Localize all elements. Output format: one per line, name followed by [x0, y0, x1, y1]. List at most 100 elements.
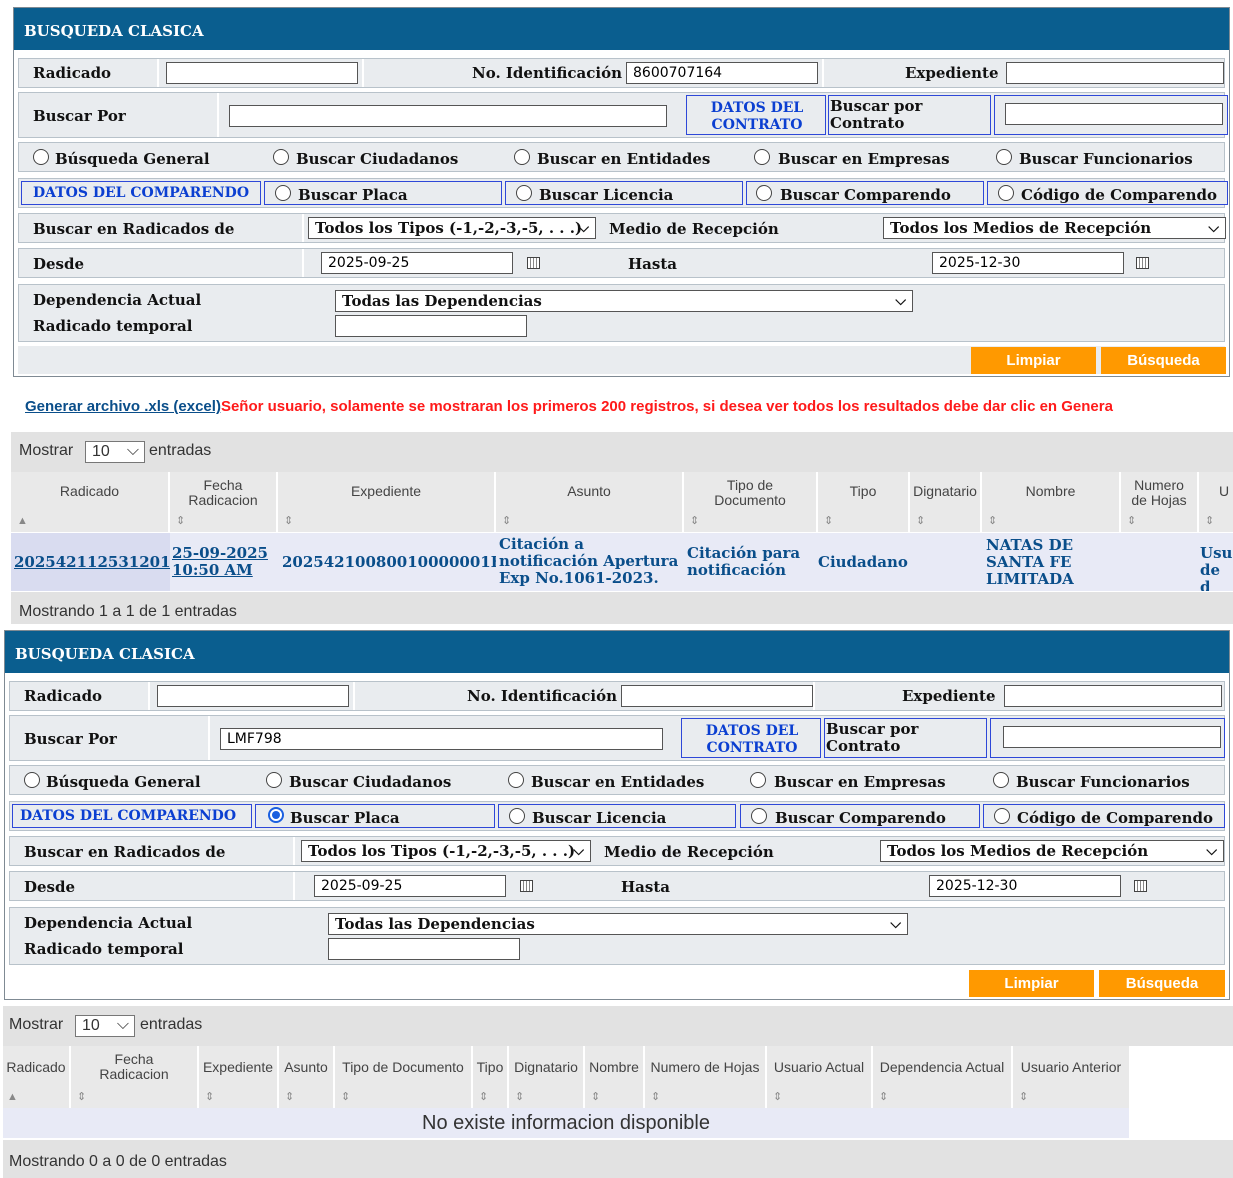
radio-buscar-funcionarios[interactable]: [993, 772, 1009, 788]
th-usuario-actual[interactable]: Usuario Actual ⇕: [767, 1046, 873, 1108]
radicado-temporal-input[interactable]: [328, 938, 520, 960]
medios-select[interactable]: Todos los Medios de Recepción ⌵: [880, 840, 1224, 862]
row-radios-general: Búsqueda General Buscar Ciudadanos Busca…: [18, 142, 1225, 172]
limpiar-button[interactable]: Limpiar: [969, 970, 1094, 997]
expediente-label: Expediente: [902, 687, 996, 705]
page-size-select[interactable]: 10 ⌵: [85, 441, 145, 463]
buscar-contrato-label: Buscar por Contrato: [830, 97, 923, 132]
export-warning: Señor usuario, solamente se mostraran lo…: [220, 398, 1113, 415]
radio-buscar-comparendo[interactable]: [751, 808, 767, 824]
radio-buscar-empresas[interactable]: [750, 772, 766, 788]
radicado-temporal-label: Radicado temporal: [33, 317, 193, 335]
radicado-temporal-input[interactable]: [335, 315, 527, 337]
th-dependencia-actual[interactable]: Dependencia Actual ⇕: [873, 1046, 1013, 1108]
th-nombre[interactable]: Nombre ⇕: [982, 472, 1121, 532]
row-buscar-por: Buscar Por DATOS DEL CONTRATO Buscar por…: [9, 715, 1225, 761]
desde-input[interactable]: [321, 252, 513, 274]
radicado-input[interactable]: [157, 685, 349, 707]
busqueda-button[interactable]: Búsqueda: [1101, 347, 1226, 374]
radio-buscar-ciudadanos[interactable]: [273, 149, 289, 165]
th-tipo-documento[interactable]: Tipo de Documento ⇕: [335, 1046, 473, 1108]
table-row[interactable]: 202542112531201 25-09-2025 10:50 AM 2025…: [11, 533, 1233, 591]
radio-buscar-entidades[interactable]: [508, 772, 524, 788]
th-tipo[interactable]: Tipo ⇕: [473, 1046, 509, 1108]
medios-select[interactable]: Todos los Medios de Recepción ⌵: [883, 217, 1226, 239]
buscar-por-input[interactable]: [220, 728, 663, 750]
calendar-icon[interactable]: [527, 257, 540, 269]
buscar-placa-label: Buscar Placa: [290, 809, 400, 827]
th-expediente[interactable]: Expediente ⇕: [278, 472, 496, 532]
buscar-por-label: Buscar Por: [24, 730, 117, 748]
busqueda-button[interactable]: Búsqueda: [1099, 970, 1225, 997]
radio-buscar-placa[interactable]: [268, 807, 284, 823]
radio-busqueda-general[interactable]: [33, 149, 49, 165]
dependencias-select[interactable]: Todas las Dependencias ⌵: [335, 290, 913, 312]
hasta-input[interactable]: [929, 875, 1121, 897]
limpiar-button[interactable]: Limpiar: [971, 347, 1096, 374]
codigo-comparendo-label: Código de Comparendo: [1021, 186, 1217, 204]
export-bar: Generar archivo .xls (excel)Señor usuari…: [25, 398, 1233, 415]
calendar-icon[interactable]: [520, 880, 533, 892]
chevron-down-icon: ⌵: [126, 442, 139, 459]
calendar-icon[interactable]: [1136, 257, 1149, 269]
radio-buscar-ciudadanos[interactable]: [266, 772, 282, 788]
radio-buscar-comparendo[interactable]: [756, 185, 772, 201]
radio-buscar-empresas[interactable]: [754, 149, 770, 165]
radio-buscar-entidades[interactable]: [514, 149, 530, 165]
buscar-licencia-label: Buscar Licencia: [532, 809, 667, 827]
th-usuario-anterior[interactable]: Usuario Anterior ⇕: [1013, 1046, 1129, 1108]
tipos-select[interactable]: Todos los Tipos (-1,-2,-3,-5, . . .) ⌵: [301, 840, 591, 862]
buscar-entidades-label: Buscar en Entidades: [531, 773, 705, 791]
radio-codigo-comparendo[interactable]: [994, 808, 1010, 824]
radio-buscar-placa[interactable]: [275, 185, 291, 201]
panel-title: BUSQUEDA CLASICA: [5, 631, 1229, 673]
expediente-input[interactable]: [1006, 62, 1224, 84]
entries-label: entradas: [140, 1016, 203, 1033]
th-expediente[interactable]: Expediente ⇕: [199, 1046, 279, 1108]
cell-fecha[interactable]: 25-09-2025 10:50 AM: [172, 545, 276, 579]
contrato-input[interactable]: [1003, 726, 1221, 748]
row-buscar-por: Buscar Por DATOS DEL CONTRATO Buscar por…: [18, 92, 1228, 138]
cell-radicado[interactable]: 202542112531201: [14, 554, 170, 571]
th-dignatario[interactable]: Dignatario ⇕: [910, 472, 982, 532]
radio-buscar-funcionarios[interactable]: [996, 149, 1012, 165]
radio-busqueda-general[interactable]: [24, 772, 40, 788]
chevron-down-icon: ⌵: [1206, 843, 1217, 859]
th-hojas[interactable]: Numero de Hojas ⇕: [645, 1046, 767, 1108]
th-fecha[interactable]: Fecha Radicacion ⇕: [170, 472, 278, 532]
page-size-select[interactable]: 10 ⌵: [75, 1015, 135, 1037]
th-radicado[interactable]: Radicado ▲: [11, 472, 170, 532]
contrato-input[interactable]: [1005, 103, 1223, 125]
radicado-input[interactable]: [166, 62, 358, 84]
radio-codigo-comparendo[interactable]: [998, 185, 1014, 201]
dependencias-select[interactable]: Todas las Dependencias ⌵: [328, 913, 908, 935]
th-fecha[interactable]: Fecha Radicacion ⇕: [71, 1046, 199, 1108]
radio-buscar-licencia[interactable]: [516, 185, 532, 201]
th-tipo[interactable]: Tipo ⇕: [818, 472, 910, 532]
calendar-icon[interactable]: [1134, 880, 1147, 892]
radio-buscar-licencia[interactable]: [509, 808, 525, 824]
identificacion-input[interactable]: [621, 685, 813, 707]
codigo-comparendo-label: Código de Comparendo: [1017, 809, 1213, 827]
export-excel-link[interactable]: Generar archivo .xls (excel): [25, 398, 221, 415]
table1-info: Mostrando 1 a 1 de 1 entradas: [11, 592, 1233, 624]
th-asunto[interactable]: Asunto ⇕: [496, 472, 684, 532]
expediente-input[interactable]: [1004, 685, 1222, 707]
row-dates: Desde Hasta: [18, 248, 1225, 278]
dependencia-label: Dependencia Actual: [33, 291, 202, 309]
th-tipo-documento[interactable]: Tipo de Documento ⇕: [684, 472, 818, 532]
buscar-funcionarios-label: Buscar Funcionarios: [1019, 150, 1193, 168]
tipos-select[interactable]: Todos los Tipos (-1,-2,-3,-5, . . .) ⌵: [308, 217, 596, 239]
th-dignatario[interactable]: Dignatario ⇕: [509, 1046, 585, 1108]
th-radicado[interactable]: Radicado ▲: [3, 1046, 71, 1108]
identificacion-input[interactable]: [626, 62, 818, 84]
desde-input[interactable]: [314, 875, 506, 897]
th-asunto[interactable]: Asunto ⇕: [279, 1046, 335, 1108]
hasta-input[interactable]: [932, 252, 1124, 274]
th-hojas[interactable]: Numero de Hojas ⇕: [1121, 472, 1199, 532]
datos-contrato-label: DATOS DEL CONTRATO: [705, 723, 799, 756]
buscar-funcionarios-label: Buscar Funcionarios: [1016, 773, 1190, 791]
th-nombre[interactable]: Nombre ⇕: [585, 1046, 645, 1108]
buscar-por-input[interactable]: [229, 105, 667, 127]
th-usuario[interactable]: U ⇕: [1199, 472, 1233, 532]
